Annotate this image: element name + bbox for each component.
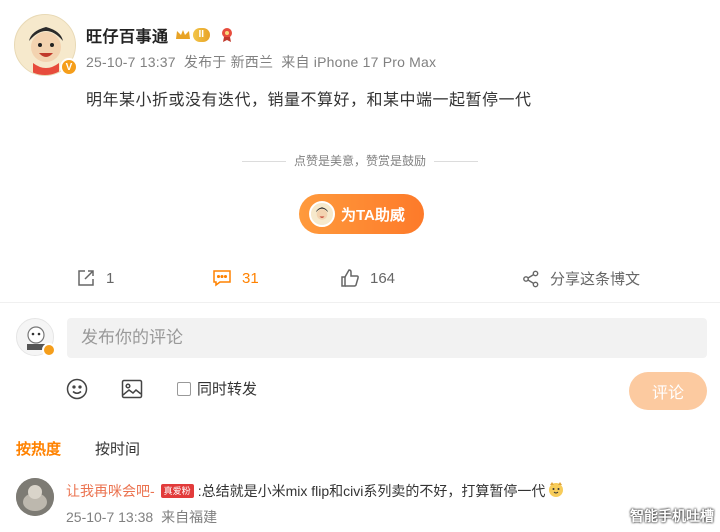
- comment-input[interactable]: [67, 318, 707, 358]
- repost-count: 1: [106, 269, 115, 287]
- post-location: 发布于 新西兰: [183, 54, 274, 70]
- post-meta: 25-10-7 13:37 发布于 新西兰 来自 iPhone 17 Pro M…: [86, 52, 436, 72]
- author-avatar-wrap[interactable]: V: [14, 14, 78, 76]
- verified-v-icon: V: [60, 58, 78, 76]
- section-divider: [0, 302, 720, 303]
- image-icon: [121, 379, 143, 399]
- comment-meta: 25-10-7 13:38 来自福建: [66, 507, 217, 527]
- post-device: 来自 iPhone 17 Pro Max: [281, 54, 437, 70]
- level-badge: II: [192, 28, 211, 42]
- comment-text: :总结就是小米mix flip和civi系列卖的不好，打算暂停一代: [197, 482, 546, 499]
- repost-toggle[interactable]: 同时转发: [177, 378, 257, 399]
- current-user-verified-icon: [42, 343, 56, 357]
- action-bar: 1 31 164 分享这条博文: [0, 268, 720, 296]
- cheer-button-label: 为TA助威: [341, 206, 405, 224]
- like-hint-text: 点赞是美意，赞赏是鼓励: [293, 154, 426, 168]
- thumbs-up-icon: [341, 269, 359, 287]
- commenter-name[interactable]: 让我再咪会吧-: [66, 481, 155, 501]
- comment-icon: [213, 270, 231, 287]
- tab-hot[interactable]: 按热度: [16, 438, 61, 459]
- post-time[interactable]: 25-10-7 13:37: [86, 54, 176, 70]
- hint-divider-right: [434, 161, 478, 163]
- commenter-avatar[interactable]: [16, 478, 54, 516]
- medal-icon[interactable]: [220, 27, 234, 43]
- comment-sort-tabs: 按热度 按时间: [16, 438, 174, 459]
- crown-icon: [175, 29, 191, 41]
- comment-location: 来自福建: [161, 509, 218, 525]
- fan-badge: 真爱粉: [160, 483, 194, 498]
- comment-line: 让我再咪会吧- 真爱粉 :总结就是小米mix flip和civi系列卖的不好，打…: [66, 480, 565, 501]
- share-label: 分享这条博文: [550, 271, 641, 288]
- repost-icon: [78, 270, 94, 286]
- comment-time: 25-10-7 13:38: [66, 509, 154, 525]
- emoji-icon: [66, 378, 88, 400]
- share-icon: [523, 270, 539, 287]
- comment-count: 31: [242, 269, 259, 287]
- post-header: V 旺仔百事通 II 25-10-7 13:37 发布于 新西兰 来自 iPho…: [14, 14, 436, 76]
- repost-button[interactable]: 1: [76, 268, 114, 288]
- repost-toggle-label: 同时转发: [197, 381, 258, 398]
- hint-divider-left: [241, 161, 286, 163]
- emoji-button[interactable]: [66, 378, 88, 405]
- like-button[interactable]: 164: [340, 268, 395, 288]
- submit-comment-button[interactable]: 评论: [629, 372, 707, 410]
- image-button[interactable]: [121, 378, 143, 405]
- repost-checkbox[interactable]: [177, 381, 191, 396]
- share-button[interactable]: 分享这条博文: [522, 268, 640, 289]
- cheer-avatar: [309, 201, 335, 227]
- tab-time[interactable]: 按时间: [95, 438, 140, 459]
- like-count: 164: [370, 269, 396, 287]
- dog-emoji-icon: [547, 480, 565, 501]
- comment-button[interactable]: 31: [212, 268, 259, 288]
- author-name[interactable]: 旺仔百事通: [86, 23, 169, 47]
- post-content: 明年某小折或没有迭代，销量不算好，和某中端一起暂停一代: [86, 92, 532, 109]
- cheer-button[interactable]: 为TA助威: [299, 194, 424, 234]
- watermark: 智能手机吐槽: [630, 508, 714, 524]
- like-hint: 点赞是美意，赞赏是鼓励: [0, 152, 720, 169]
